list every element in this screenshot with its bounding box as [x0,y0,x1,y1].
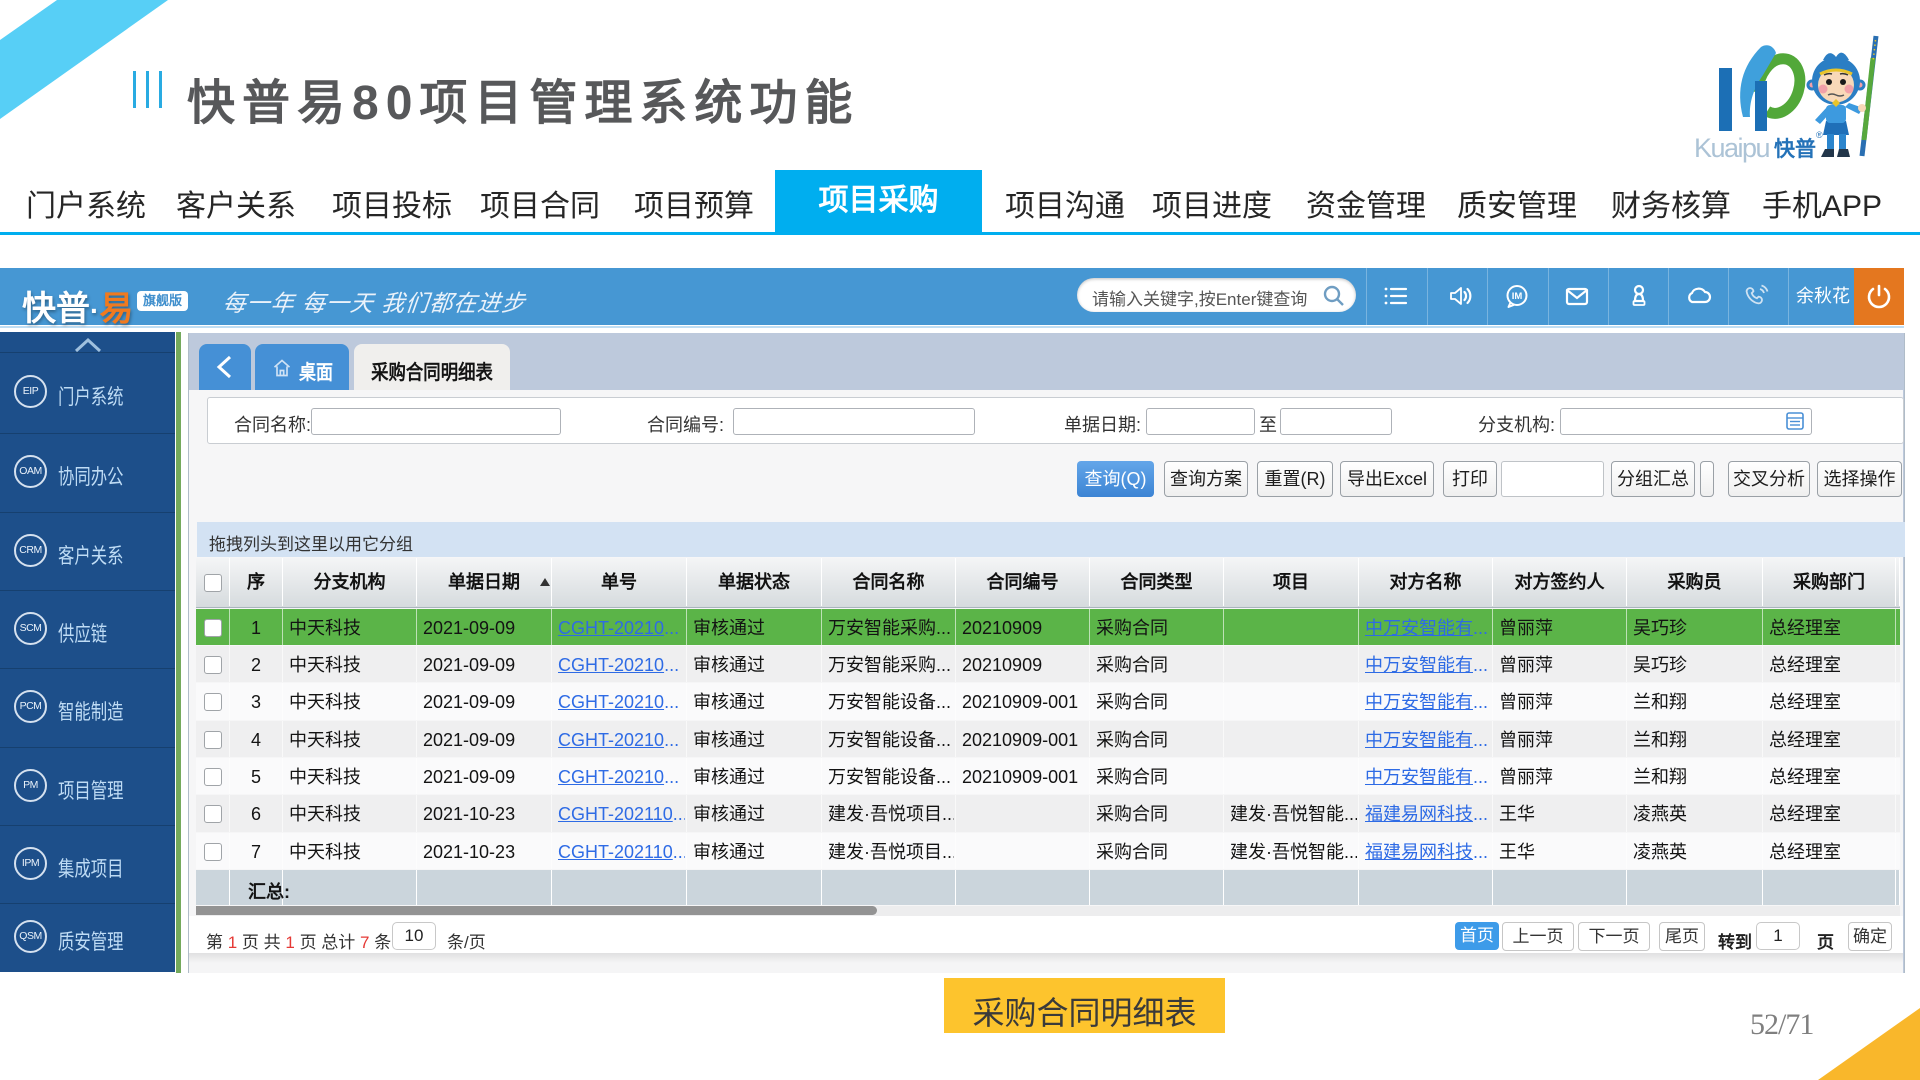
svg-text:Kuaipu: Kuaipu [1694,133,1770,163]
svg-text:IM: IM [1512,291,1523,302]
